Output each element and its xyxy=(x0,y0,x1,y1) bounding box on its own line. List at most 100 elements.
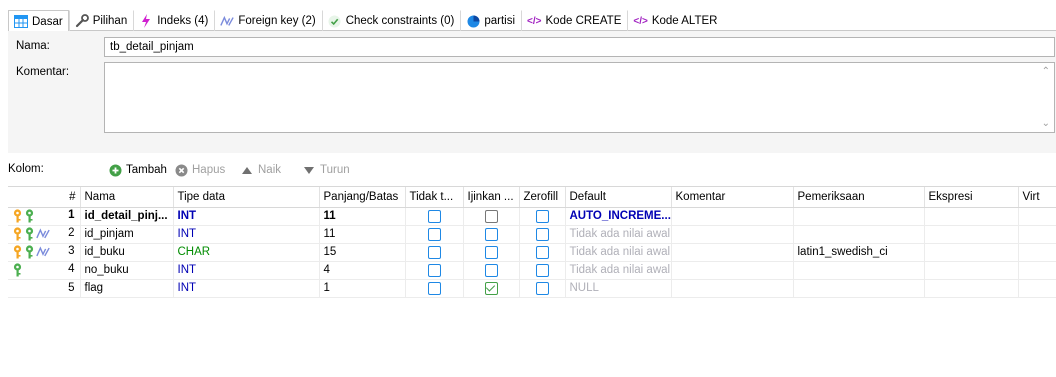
data-type[interactable]: INT xyxy=(178,228,197,240)
length[interactable]: 15 xyxy=(324,246,337,258)
delete-column-button[interactable]: Hapus xyxy=(174,163,225,177)
key-icon xyxy=(24,245,35,259)
row-number: 3 xyxy=(68,245,75,257)
unsigned-checkbox[interactable] xyxy=(427,281,441,295)
table-row[interactable]: 5 flag INT 1 NULL xyxy=(8,279,1056,298)
tab-label: Pilihan xyxy=(92,15,128,27)
tab-label: Dasar xyxy=(32,15,63,28)
default-value[interactable]: Tidak ada nilai awal xyxy=(570,246,671,258)
key-icon xyxy=(24,209,35,223)
column-name[interactable]: no_buku xyxy=(85,264,129,276)
data-type[interactable]: INT xyxy=(178,282,197,294)
code-icon: </> xyxy=(527,15,542,27)
tab-label: Check constraints (0) xyxy=(345,15,455,27)
header-collation[interactable]: Pemeriksaan xyxy=(793,187,925,208)
data-type[interactable]: INT xyxy=(178,210,197,222)
row-number: 2 xyxy=(68,227,75,239)
add-label: Tambah xyxy=(126,164,167,176)
allow-null-checkbox[interactable] xyxy=(484,263,498,277)
tab-label: Foreign key (2) xyxy=(238,15,316,27)
data-type[interactable]: INT xyxy=(178,264,197,276)
tab-indeks[interactable]: Indeks (4) xyxy=(133,10,214,31)
allow-null-checkbox[interactable] xyxy=(484,245,498,259)
allow-null-checkbox[interactable] xyxy=(484,281,498,295)
default-value[interactable]: Tidak ada nilai awal xyxy=(570,228,671,240)
length[interactable]: 11 xyxy=(324,210,336,222)
row-number: 5 xyxy=(68,282,75,294)
tab-partisi[interactable]: partisi xyxy=(460,10,521,31)
tab-label: Kode ALTER xyxy=(651,15,718,27)
tab-dasar[interactable]: Dasar xyxy=(8,10,69,32)
table-row[interactable]: 1 id_detail_pinj... INT 11 AUTO_INCREME... xyxy=(8,207,1056,226)
down-arrow-icon xyxy=(302,163,316,177)
table-row[interactable]: 3 id_buku CHAR 15 Tidak ada nilai awal latin1… xyxy=(8,243,1056,262)
default-value[interactable]: AUTO_INCREME... xyxy=(570,210,671,222)
column-name[interactable]: id_pinjam xyxy=(85,228,134,240)
tab-label: Kode CREATE xyxy=(545,15,622,27)
up-label: Naik xyxy=(258,164,282,176)
delete-label: Hapus xyxy=(192,164,226,176)
tab-kode-alter[interactable]: </> Kode ALTER xyxy=(627,10,723,31)
table-header-row: # Nama Tipe data Panjang/Batas Tidak t..… xyxy=(8,187,1056,208)
zerofill-checkbox[interactable] xyxy=(535,209,549,223)
name-field[interactable]: tb_detail_pinjam xyxy=(104,37,1055,57)
move-down-button[interactable]: Turun xyxy=(302,163,350,177)
unsigned-checkbox[interactable] xyxy=(427,227,441,241)
header-allow-null[interactable]: Ijinkan ... xyxy=(463,187,520,208)
zerofill-checkbox[interactable] xyxy=(535,245,549,259)
columns-label: Kolom: xyxy=(8,163,44,175)
tab-kode-create[interactable]: </> Kode CREATE xyxy=(521,10,627,31)
foreign-key-icon xyxy=(36,228,50,240)
tab-foreign-key[interactable]: Foreign key (2) xyxy=(214,10,321,31)
tab-pilihan[interactable]: Pilihan xyxy=(68,10,134,31)
zerofill-checkbox[interactable] xyxy=(535,263,549,277)
data-type[interactable]: CHAR xyxy=(178,246,211,258)
header-num[interactable]: # xyxy=(8,187,81,208)
check-icon xyxy=(328,14,342,28)
columns-table: # Nama Tipe data Panjang/Batas Tidak t..… xyxy=(8,187,1056,298)
scroll-down-icon[interactable]: ⌄ xyxy=(1042,118,1050,129)
column-name[interactable]: flag xyxy=(85,282,104,294)
header-unsigned[interactable]: Tidak t... xyxy=(405,187,464,208)
header-length[interactable]: Panjang/Batas xyxy=(319,187,406,208)
key-icon xyxy=(24,227,35,241)
scroll-up-icon[interactable]: ⌃ xyxy=(1042,66,1050,77)
column-name[interactable]: id_detail_pinj... xyxy=(85,210,168,222)
comment-field[interactable]: ⌃ ⌄ xyxy=(104,62,1055,133)
column-name[interactable]: id_buku xyxy=(85,246,125,258)
primary-key-icon xyxy=(12,245,23,259)
move-up-button[interactable]: Naik xyxy=(240,163,281,177)
header-name[interactable]: Nama xyxy=(80,187,174,208)
length[interactable]: 1 xyxy=(324,282,330,294)
header-default[interactable]: Default xyxy=(565,187,672,208)
default-value[interactable]: Tidak ada nilai awal xyxy=(570,264,671,276)
zerofill-checkbox[interactable] xyxy=(535,281,549,295)
comment-scrollbar[interactable]: ⌃ ⌄ xyxy=(1037,63,1054,132)
header-type[interactable]: Tipe data xyxy=(173,187,320,208)
header-comment[interactable]: Komentar xyxy=(671,187,794,208)
table-row[interactable]: 4 no_buku INT 4 Tidak ada nilai awal xyxy=(8,261,1056,280)
add-icon xyxy=(108,163,122,177)
header-virtual[interactable]: Virt xyxy=(1018,187,1056,208)
unsigned-checkbox[interactable] xyxy=(427,263,441,277)
collation[interactable]: latin1_swedish_ci xyxy=(798,246,888,258)
add-column-button[interactable]: Tambah xyxy=(108,163,167,177)
columns-grid: # Nama Tipe data Panjang/Batas Tidak t..… xyxy=(8,186,1056,377)
zerofill-checkbox[interactable] xyxy=(535,227,549,241)
length[interactable]: 4 xyxy=(324,264,330,276)
default-value[interactable]: NULL xyxy=(570,282,599,294)
allow-null-checkbox[interactable] xyxy=(484,227,498,241)
row-number: 4 xyxy=(68,263,75,275)
lightning-icon xyxy=(139,14,153,28)
foreign-key-icon xyxy=(220,14,235,28)
code-icon: </> xyxy=(633,15,648,27)
unsigned-checkbox[interactable] xyxy=(427,209,441,223)
unsigned-checkbox[interactable] xyxy=(427,245,441,259)
tab-check-constraints[interactable]: Check constraints (0) xyxy=(321,10,461,31)
header-zerofill[interactable]: Zerofill xyxy=(519,187,566,208)
header-expression[interactable]: Ekspresi xyxy=(924,187,1019,208)
allow-null-checkbox[interactable] xyxy=(484,209,498,223)
length[interactable]: 11 xyxy=(324,228,336,240)
table-row[interactable]: 2 id_pinjam INT 11 Tidak ada nilai awal xyxy=(8,225,1056,244)
foreign-key-icon xyxy=(36,246,50,258)
